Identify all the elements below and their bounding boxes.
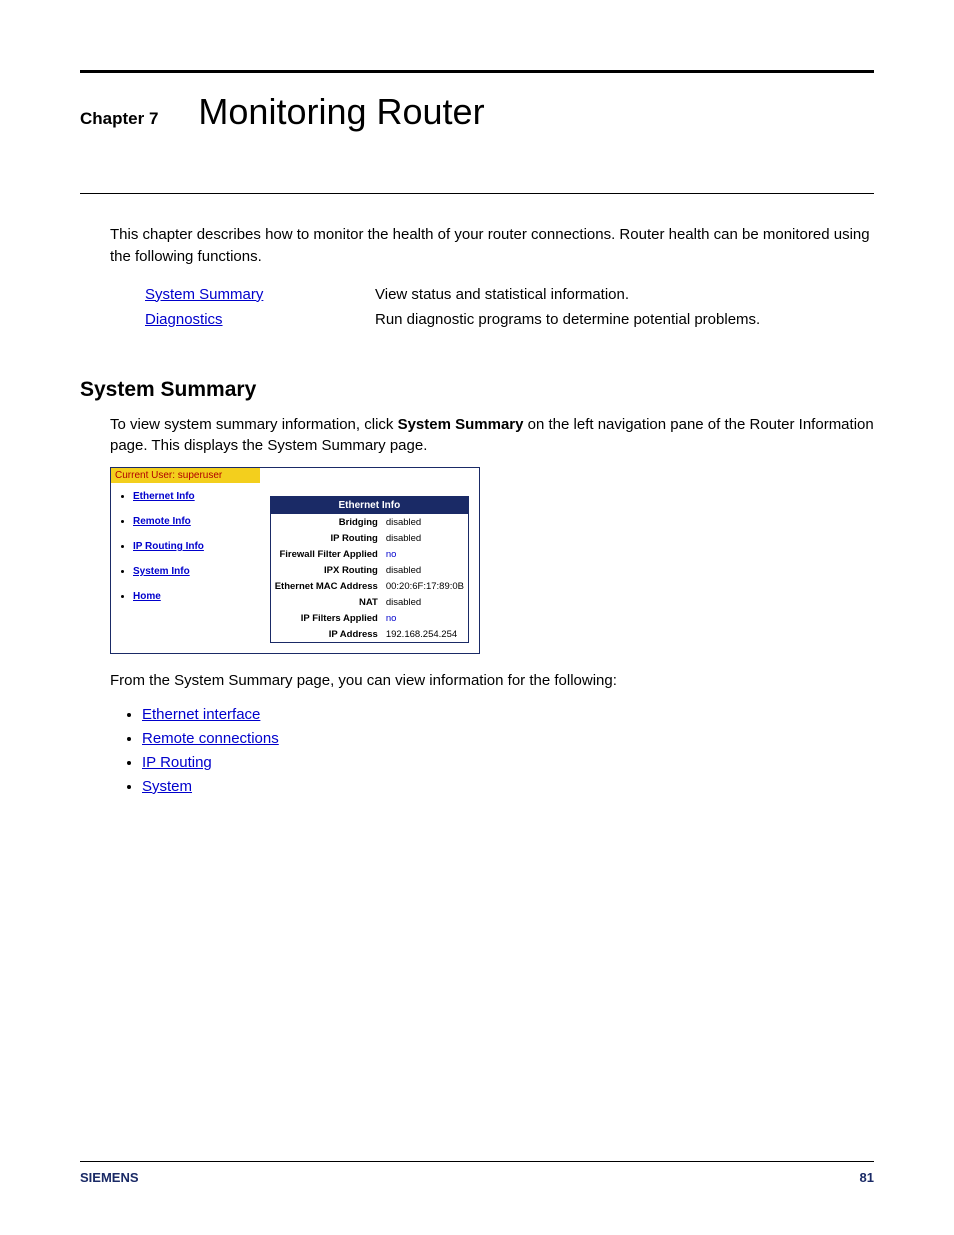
nav-item: Home <box>133 591 260 602</box>
intro-paragraph: This chapter describes how to monitor th… <box>110 224 874 268</box>
footer-brand: SIEMENS <box>80 1170 139 1185</box>
section-heading-system-summary: System Summary <box>80 378 874 402</box>
footer-page-number: 81 <box>860 1170 874 1185</box>
follow-paragraph: From the System Summary page, you can vi… <box>110 670 874 692</box>
info-table-header: Ethernet Info <box>270 497 468 515</box>
bullet-list: Ethernet interface Remote connections IP… <box>142 706 874 795</box>
nav-link-home[interactable]: Home <box>133 591 161 602</box>
list-item: IP Routing <box>142 754 874 771</box>
nav-item: Ethernet Info <box>133 491 260 502</box>
link-system-summary[interactable]: System Summary <box>145 286 263 303</box>
nav-column: Current User: superuser Ethernet Info Re… <box>111 468 260 653</box>
func-desc: View status and statistical information. <box>375 282 760 307</box>
info-row-value[interactable]: no <box>382 610 469 626</box>
chapter-label: Chapter 7 <box>80 109 158 129</box>
section-paragraph: To view system summary information, clic… <box>110 414 874 458</box>
func-desc: Run diagnostic programs to determine pot… <box>375 307 760 332</box>
info-row-value: disabled <box>382 530 469 546</box>
chapter-title: Monitoring Router <box>198 91 484 133</box>
info-column: Ethernet Info Bridgingdisabled IP Routin… <box>260 468 479 653</box>
page-footer: SIEMENS 81 <box>80 1161 874 1185</box>
nav-item: IP Routing Info <box>133 541 260 552</box>
info-row-label: IP Filters Applied <box>270 610 382 626</box>
info-row-value: disabled <box>382 562 469 578</box>
list-item: Ethernet interface <box>142 706 874 723</box>
info-row-label: IP Routing <box>270 530 382 546</box>
info-row-value: disabled <box>382 514 469 530</box>
nav-item: Remote Info <box>133 516 260 527</box>
link-diagnostics[interactable]: Diagnostics <box>145 311 223 328</box>
nav-link-ethernet-info[interactable]: Ethernet Info <box>133 491 195 502</box>
info-row-label: NAT <box>270 594 382 610</box>
functions-table: System Summary View status and statistic… <box>145 282 760 332</box>
info-row-value: disabled <box>382 594 469 610</box>
current-user-bar: Current User: superuser <box>111 468 260 483</box>
link-ethernet-interface[interactable]: Ethernet interface <box>142 706 260 723</box>
link-remote-connections[interactable]: Remote connections <box>142 730 279 747</box>
nav-link-ip-routing-info[interactable]: IP Routing Info <box>133 541 204 552</box>
info-row-label: Firewall Filter Applied <box>270 546 382 562</box>
para-bold: System Summary <box>398 416 524 433</box>
nav-link-remote-info[interactable]: Remote Info <box>133 516 191 527</box>
info-row-label: Bridging <box>270 514 382 530</box>
info-row-label: IP Address <box>270 626 382 643</box>
embedded-screenshot: Current User: superuser Ethernet Info Re… <box>110 467 480 654</box>
chapter-header: Chapter 7 Monitoring Router <box>80 91 874 133</box>
nav-link-system-info[interactable]: System Info <box>133 566 190 577</box>
link-ip-routing[interactable]: IP Routing <box>142 754 212 771</box>
info-row-value: 192.168.254.254 <box>382 626 469 643</box>
list-item: System <box>142 778 874 795</box>
info-row-value: 00:20:6F:17:89:0B <box>382 578 469 594</box>
info-row-label: IPX Routing <box>270 562 382 578</box>
para-pre: To view system summary information, clic… <box>110 416 398 433</box>
list-item: Remote connections <box>142 730 874 747</box>
info-row-value[interactable]: no <box>382 546 469 562</box>
nav-list: Ethernet Info Remote Info IP Routing Inf… <box>133 491 260 602</box>
link-system[interactable]: System <box>142 778 192 795</box>
nav-item: System Info <box>133 566 260 577</box>
info-row-label: Ethernet MAC Address <box>270 578 382 594</box>
ethernet-info-table: Ethernet Info Bridgingdisabled IP Routin… <box>270 496 469 643</box>
